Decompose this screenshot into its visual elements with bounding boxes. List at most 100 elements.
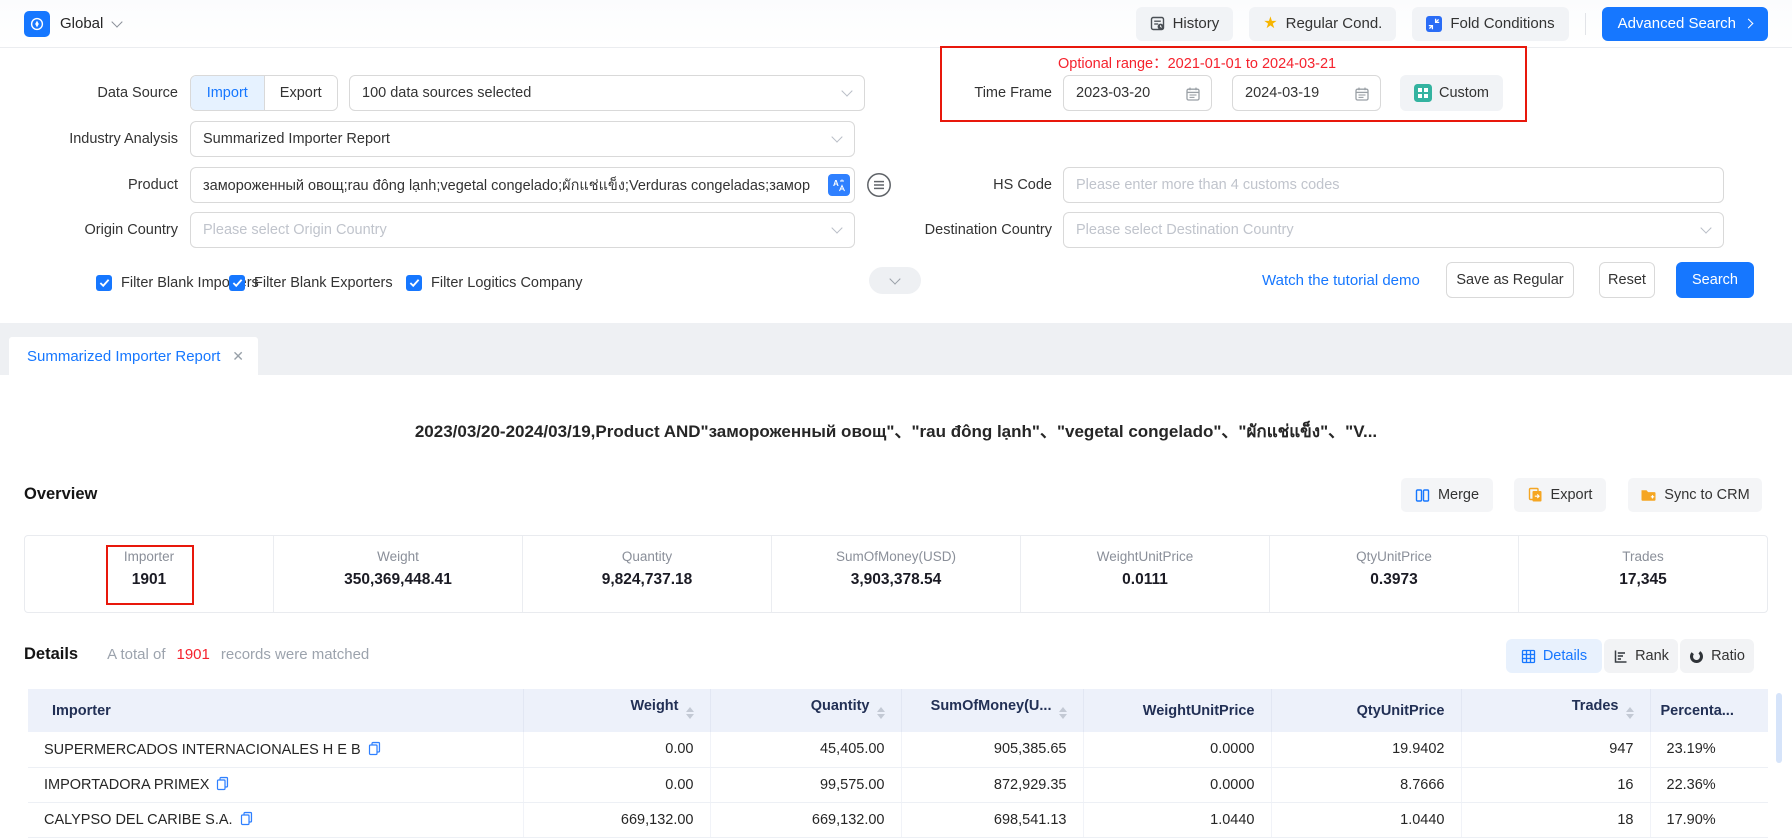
table-scrollbar[interactable] [1776, 693, 1782, 763]
tab-label: Summarized Importer Report [27, 348, 220, 365]
sort-icon[interactable] [1059, 703, 1067, 723]
data-sources-value: 100 data sources selected [362, 85, 531, 101]
details-summary-count: 1901 [176, 646, 209, 663]
topbar: Global History ★ Regular Cond. Fold Cond… [0, 0, 1792, 48]
merge-button[interactable]: Merge [1401, 478, 1493, 512]
stat-weight: Weight 350,369,448.41 [273, 536, 522, 612]
stat-label: Weight [274, 549, 522, 564]
qty-unit-price-cell: 8.7666 [1271, 767, 1461, 802]
history-button[interactable]: History [1136, 7, 1234, 41]
sort-icon[interactable] [686, 703, 694, 723]
trades-cell: 18 [1461, 802, 1650, 837]
fold-conditions-button[interactable]: Fold Conditions [1412, 7, 1568, 41]
table-row[interactable]: IMPORTADORA PRIMEX 0.00 99,575.00 872,92… [28, 767, 1768, 802]
stat-label: Importer [25, 549, 273, 564]
calendar-icon [1185, 86, 1201, 102]
industry-analysis-select[interactable]: Summarized Importer Report [190, 121, 855, 157]
details-summary-prefix: A total of [107, 646, 165, 663]
stat-value: 0.3973 [1270, 571, 1518, 589]
merge-icon [1415, 488, 1430, 503]
fold-conditions-label: Fold Conditions [1450, 15, 1554, 32]
sync-to-crm-label: Sync to CRM [1664, 487, 1749, 503]
col-quantity[interactable]: Quantity [710, 689, 901, 732]
copy-icon[interactable] [216, 776, 229, 791]
history-icon [1150, 16, 1165, 31]
tab-summarized-importer-report[interactable]: Summarized Importer Report ✕ [9, 337, 258, 375]
date-start-input[interactable]: 2023-03-20 [1063, 75, 1212, 111]
importer-name-cell[interactable]: IMPORTADORA PRIMEX [28, 767, 523, 802]
importer-name-cell[interactable]: SUPERMERCADOS INTERNACIONALES H E B [28, 732, 523, 767]
hs-code-label: HS Code [700, 177, 1052, 193]
col-percentage: Percenta... [1650, 689, 1768, 732]
view-rank-button[interactable]: Rank [1604, 639, 1678, 673]
folder-sync-icon [1640, 487, 1656, 503]
sort-icon[interactable] [877, 703, 885, 723]
custom-range-button[interactable]: Custom [1400, 75, 1503, 111]
table-icon [1521, 649, 1536, 664]
collapse-conditions-button[interactable] [869, 267, 921, 294]
details-table: Importer Weight Quantity SumOfMoney(U...… [28, 689, 1768, 838]
stat-label: Trades [1519, 549, 1767, 564]
hs-code-input[interactable] [1063, 167, 1724, 203]
industry-analysis-label: Industry Analysis [0, 131, 178, 147]
weight-unit-price-cell: 0.0000 [1083, 767, 1271, 802]
stat-value: 350,369,448.41 [274, 571, 522, 589]
rank-bars-icon [1613, 649, 1628, 664]
copy-icon[interactable] [368, 741, 381, 756]
view-details-button[interactable]: Details [1506, 639, 1602, 673]
col-trades[interactable]: Trades [1461, 689, 1650, 732]
star-icon: ★ [1263, 16, 1277, 32]
chevron-down-icon [1700, 222, 1711, 233]
quantity-cell: 45,405.00 [710, 732, 901, 767]
advanced-search-label: Advanced Search [1618, 15, 1736, 32]
custom-grid-icon [1414, 84, 1432, 102]
search-panel: Optional range：2021-01-01 to 2024-03-21 … [0, 48, 1792, 323]
regular-cond-button[interactable]: ★ Regular Cond. [1249, 7, 1396, 41]
table-row[interactable]: SUPERMERCADOS INTERNACIONALES H E B 0.00… [28, 732, 1768, 767]
save-as-regular-button[interactable]: Save as Regular [1446, 262, 1574, 298]
destination-country-placeholder: Please select Destination Country [1076, 222, 1294, 238]
overview-heading: Overview [24, 485, 97, 504]
destination-country-label: Destination Country [700, 222, 1052, 238]
tutorial-link[interactable]: Watch the tutorial demo [1262, 272, 1420, 289]
calendar-icon [1354, 86, 1370, 102]
weight-unit-price-cell: 1.0440 [1083, 802, 1271, 837]
optional-range-note: Optional range：2021-01-01 to 2024-03-21 [1058, 52, 1336, 73]
stat-quantity: Quantity 9,824,737.18 [522, 536, 771, 612]
stat-value: 17,345 [1519, 571, 1767, 589]
search-button[interactable]: Search [1676, 262, 1754, 298]
reset-button[interactable]: Reset [1599, 262, 1655, 298]
sum-of-money-cell: 698,541.13 [901, 802, 1083, 837]
advanced-search-button[interactable]: Advanced Search [1602, 7, 1768, 41]
destination-country-select[interactable]: Please select Destination Country [1063, 212, 1724, 248]
data-source-toggle: Import Export [190, 75, 338, 111]
view-rank-label: Rank [1635, 648, 1669, 664]
table-header-row: Importer Weight Quantity SumOfMoney(U...… [28, 689, 1768, 732]
tab-strip: Summarized Importer Report ✕ [0, 323, 1792, 375]
quantity-cell: 669,132.00 [710, 802, 901, 837]
region-selector[interactable]: Global [24, 11, 121, 37]
table-row[interactable]: CALYPSO DEL CARIBE S.A. 669,132.00 669,1… [28, 802, 1768, 837]
copy-icon[interactable] [240, 811, 253, 826]
col-sum-of-money[interactable]: SumOfMoney(U... [901, 689, 1083, 732]
filter-blank-exporters-checkbox[interactable]: Filter Blank Exporters [229, 268, 393, 298]
weight-cell: 669,132.00 [523, 802, 710, 837]
filter-logistics-company-checkbox[interactable]: Filter Logitics Company [406, 268, 583, 298]
sync-to-crm-button[interactable]: Sync to CRM [1628, 478, 1762, 512]
export-label: Export [1551, 487, 1593, 503]
stat-value: 9,824,737.18 [523, 571, 771, 589]
sort-icon[interactable] [1626, 703, 1634, 723]
importer-name-cell[interactable]: CALYPSO DEL CARIBE S.A. [28, 802, 523, 837]
chevron-right-icon [1744, 19, 1754, 29]
fold-icon [1426, 16, 1442, 32]
export-toggle[interactable]: Export [264, 76, 338, 110]
col-weight-unit-price: WeightUnitPrice [1083, 689, 1271, 732]
product-label: Product [0, 177, 178, 193]
view-details-label: Details [1543, 648, 1587, 664]
col-weight[interactable]: Weight [523, 689, 710, 732]
import-toggle[interactable]: Import [191, 76, 264, 110]
close-icon[interactable]: ✕ [232, 348, 244, 365]
export-button[interactable]: Export [1514, 478, 1606, 512]
date-end-input[interactable]: 2024-03-19 [1232, 75, 1381, 111]
view-ratio-button[interactable]: Ratio [1680, 639, 1754, 673]
